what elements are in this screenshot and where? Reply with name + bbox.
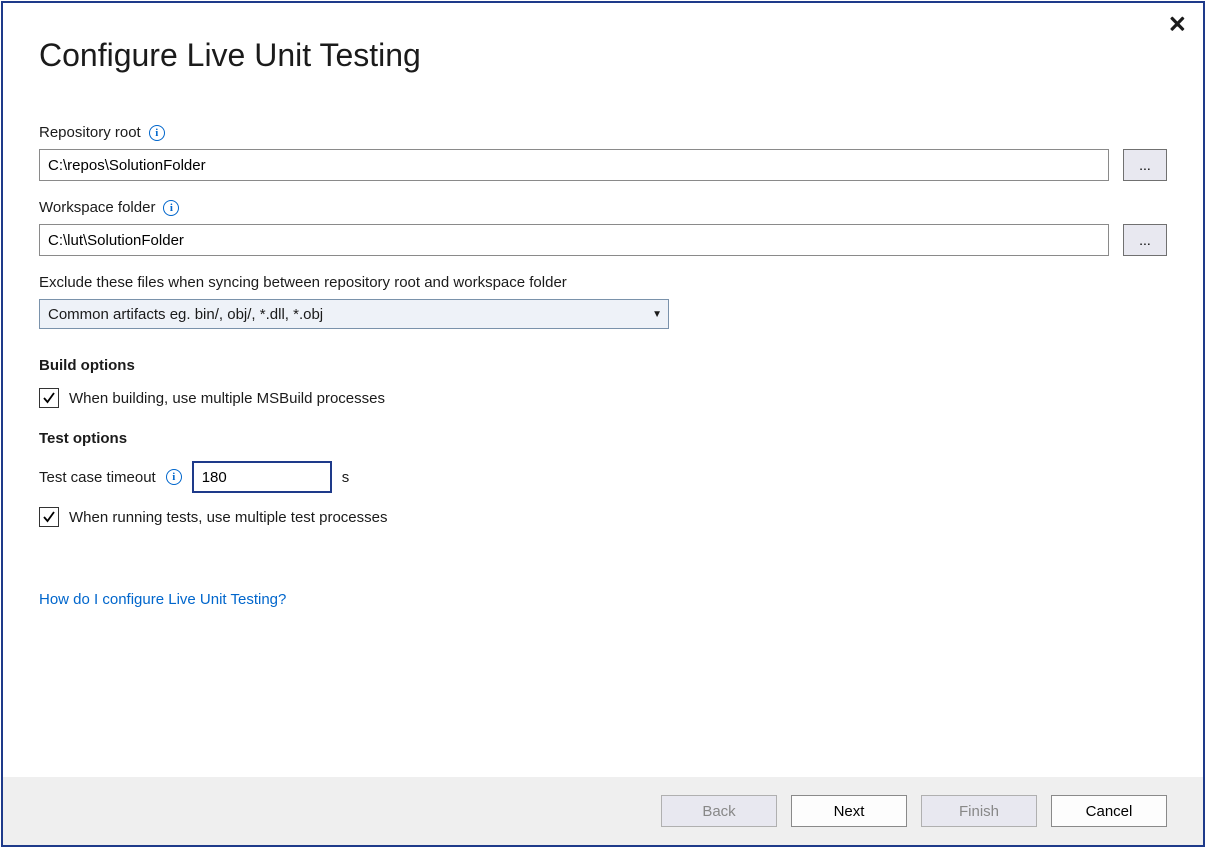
workspace-input[interactable] (39, 224, 1109, 256)
info-icon[interactable]: i (163, 200, 179, 216)
info-icon[interactable]: i (149, 125, 165, 141)
finish-button[interactable]: Finish (921, 795, 1037, 827)
multi-msbuild-checkbox[interactable] (39, 388, 59, 408)
exclude-dropdown[interactable]: Common artifacts eg. bin/, obj/, *.dll, … (39, 299, 669, 329)
cancel-button[interactable]: Cancel (1051, 795, 1167, 827)
multi-msbuild-row: When building, use multiple MSBuild proc… (39, 388, 1167, 408)
multi-test-process-checkbox[interactable] (39, 507, 59, 527)
repo-root-label-row: Repository root i (39, 124, 1167, 141)
timeout-row: Test case timeout i s (39, 461, 1167, 493)
workspace-row: ... (39, 224, 1167, 256)
info-icon[interactable]: i (166, 469, 182, 485)
multi-msbuild-label: When building, use multiple MSBuild proc… (69, 390, 385, 407)
repo-root-label: Repository root (39, 124, 141, 141)
repo-root-browse-button[interactable]: ... (1123, 149, 1167, 181)
chevron-down-icon: ▼ (652, 309, 662, 320)
exclude-selected: Common artifacts eg. bin/, obj/, *.dll, … (48, 306, 323, 323)
timeout-unit: s (342, 469, 350, 486)
repo-root-input[interactable] (39, 149, 1109, 181)
help-link[interactable]: How do I configure Live Unit Testing? (39, 591, 286, 608)
timeout-input[interactable] (192, 461, 332, 493)
workspace-label: Workspace folder (39, 199, 155, 216)
multi-test-process-row: When running tests, use multiple test pr… (39, 507, 1167, 527)
page-title: Configure Live Unit Testing (39, 37, 1167, 74)
test-options-heading: Test options (39, 430, 1167, 447)
close-icon[interactable]: 🗙 (1170, 13, 1185, 33)
next-button[interactable]: Next (791, 795, 907, 827)
timeout-label: Test case timeout (39, 469, 156, 486)
exclude-label: Exclude these files when syncing between… (39, 274, 1167, 291)
multi-test-process-label: When running tests, use multiple test pr… (69, 509, 388, 526)
build-options-heading: Build options (39, 357, 1167, 374)
dialog-window: 🗙 Configure Live Unit Testing Repository… (1, 1, 1205, 847)
repo-root-row: ... (39, 149, 1167, 181)
workspace-label-row: Workspace folder i (39, 199, 1167, 216)
workspace-browse-button[interactable]: ... (1123, 224, 1167, 256)
dialog-content: Configure Live Unit Testing Repository r… (3, 3, 1203, 777)
back-button[interactable]: Back (661, 795, 777, 827)
dialog-footer: Back Next Finish Cancel (3, 777, 1203, 845)
